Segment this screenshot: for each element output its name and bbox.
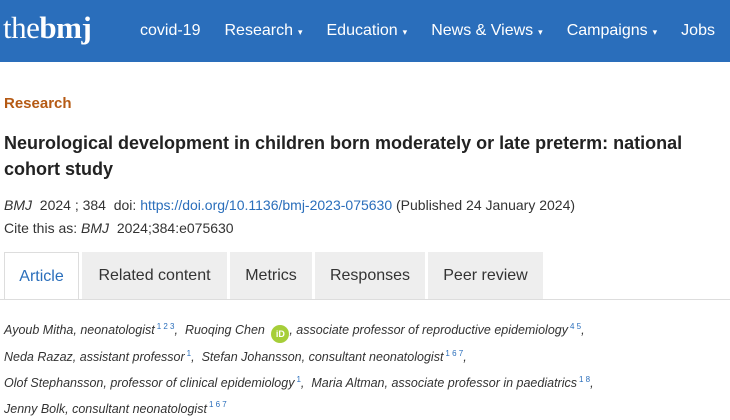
tab-article[interactable]: Article — [4, 252, 79, 300]
author-entry: Jenny Bolk, consultant neonatologist 1 6 … — [4, 400, 227, 416]
chevron-down-icon: ▾ — [402, 26, 408, 37]
cite-prefix: Cite this as: — [4, 220, 78, 236]
author-affiliation[interactable]: 1 6 7 — [209, 400, 227, 409]
nav-item-label: covid-19 — [140, 22, 201, 39]
article-meta: BMJ 2024 ; 384 doi: https://doi.org/10.1… — [4, 197, 575, 213]
author-name[interactable]: Ruoqing Chen — [185, 323, 265, 337]
author-name[interactable]: Stefan Johansson — [202, 350, 302, 364]
nav-item-news-views[interactable]: News & Views ▾ — [431, 22, 543, 40]
author-role: consultant neonatologist — [308, 350, 444, 365]
author-list: Ayoub Mitha, neonatologist 1 2 3, Ruoqing… — [4, 316, 724, 420]
author-role: associate professor in paediatrics — [391, 375, 577, 390]
author-entry: Ayoub Mitha, neonatologist 1 2 3, — [4, 322, 178, 338]
chevron-down-icon: ▾ — [297, 26, 303, 37]
bmj-logo[interactable]: thebmj — [3, 10, 92, 46]
tab-responses[interactable]: Responses — [315, 252, 425, 300]
doi-link[interactable]: https://doi.org/10.1136/bmj-2023-075630 — [140, 197, 392, 213]
author-name[interactable]: Neda Razaz — [4, 350, 73, 364]
author-entry: Neda Razaz, assistant professor 1, — [4, 349, 195, 365]
article-tabs: Article Related content Metrics Response… — [4, 252, 546, 300]
author-affiliation[interactable]: 1 — [296, 375, 300, 384]
doi-label: doi: — [113, 197, 137, 213]
author-entry: Ruoqing Chen iD, associate professor of … — [185, 322, 585, 344]
cite-journal: BMJ — [81, 220, 110, 236]
author-role: neonatologist — [80, 323, 155, 338]
logo-text-bmj: bmj — [39, 10, 92, 45]
author-name[interactable]: Olof Stephansson — [4, 376, 103, 390]
author-affiliation[interactable]: 1 2 3 — [157, 322, 175, 331]
citation: Cite this as: BMJ 2024;384:e075630 — [4, 220, 234, 236]
chevron-down-icon: ▾ — [652, 26, 658, 37]
nav-item-campaigns[interactable]: Campaigns ▾ — [567, 22, 657, 40]
author-affiliation[interactable]: 1 — [187, 349, 191, 358]
nav-item-research[interactable]: Research ▾ — [224, 22, 302, 40]
nav-item-label: Jobs — [681, 22, 715, 39]
nav-item-label: Research — [224, 22, 293, 39]
cite-ref: 2024;384:e075630 — [116, 220, 234, 236]
nav-item-label: Campaigns — [566, 22, 648, 39]
tab-peer-review[interactable]: Peer review — [428, 252, 543, 300]
tab-related-content[interactable]: Related content — [82, 252, 227, 300]
tab-divider — [0, 299, 730, 300]
author-affiliation[interactable]: 4 5 — [570, 322, 581, 331]
tab-metrics[interactable]: Metrics — [230, 252, 312, 300]
year-volume: 2024 ; 384 — [39, 197, 106, 213]
orcid-icon[interactable]: iD — [271, 325, 290, 344]
author-affiliation[interactable]: 1 8 — [579, 375, 590, 384]
nav-menu: covid-19 Research ▾ Education ▾ News & Vie… — [140, 0, 730, 62]
nav-item-covid-19[interactable]: covid-19 — [140, 22, 200, 40]
nav-item-jobs[interactable]: Jobs — [681, 22, 715, 40]
published-date: (Published 24 January 2024) — [396, 197, 576, 213]
author-role: consultant neonatologist — [72, 401, 207, 416]
nav-item-education[interactable]: Education ▾ — [327, 22, 408, 40]
author-role: associate professor of reproductive epid… — [296, 323, 568, 338]
author-name[interactable]: Maria Altman — [311, 376, 384, 390]
author-name[interactable]: Ayoub Mitha — [4, 323, 73, 337]
top-navbar: thebmj covid-19 Research ▾ Education ▾ New… — [0, 0, 730, 62]
author-entry: Maria Altman, associate professor in pae… — [311, 374, 594, 390]
nav-item-label: News & Views — [431, 22, 534, 39]
author-entry: Stefan Johansson, consultant neonatologi… — [201, 349, 467, 365]
author-name[interactable]: Jenny Bolk — [4, 402, 65, 416]
article-title: Neurological development in children bor… — [4, 133, 683, 179]
logo-text-the: the — [3, 10, 40, 45]
author-entry: Olof Stephansson, professor of clinical … — [4, 374, 305, 390]
journal-name: BMJ — [4, 197, 32, 213]
author-affiliation[interactable]: 1 6 7 — [445, 349, 463, 358]
chevron-down-icon: ▾ — [538, 26, 543, 37]
nav-item-label: Education — [326, 22, 398, 39]
author-role: professor of clinical epidemiology — [110, 375, 295, 390]
author-role: assistant professor — [79, 350, 185, 365]
article-section-label: Research — [4, 95, 72, 112]
